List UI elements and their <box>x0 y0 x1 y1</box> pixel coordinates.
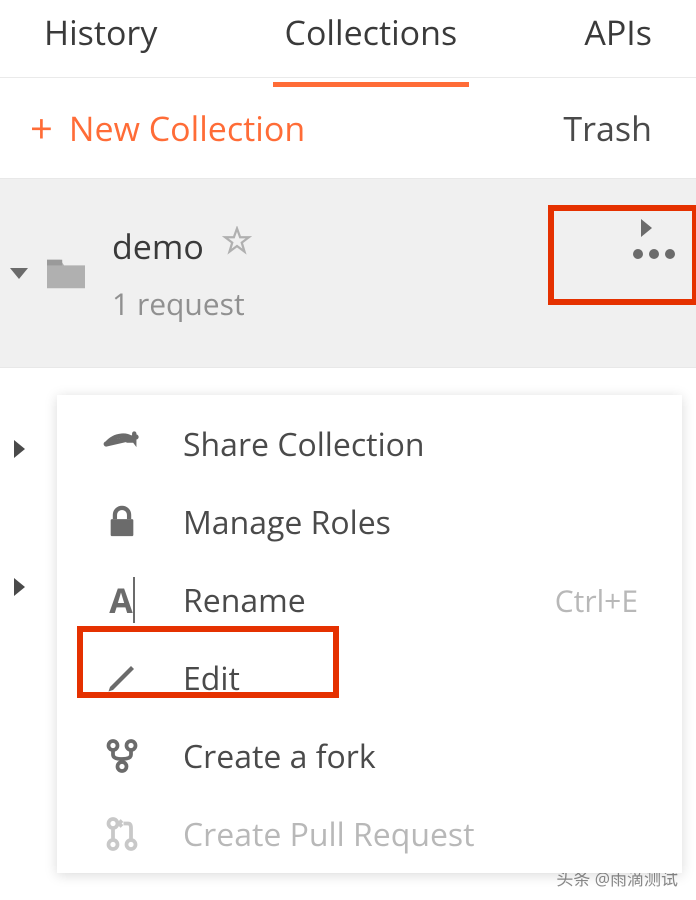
tab-apis[interactable]: APIs <box>572 9 664 69</box>
share-icon <box>97 423 147 465</box>
menu-label: Rename <box>183 579 555 622</box>
menu-label: Share Collection <box>183 423 638 466</box>
chevron-right-icon[interactable] <box>14 578 25 596</box>
tab-collections[interactable]: Collections <box>273 9 470 69</box>
menu-label: Create Pull Request <box>183 813 638 856</box>
menu-label: Manage Roles <box>183 501 638 544</box>
collection-info: demo 1 request <box>112 223 252 324</box>
lock-icon <box>97 505 147 539</box>
menu-item-edit[interactable]: Edit <box>57 639 682 717</box>
new-collection-button[interactable]: + New Collection <box>30 105 305 151</box>
pull-request-icon <box>97 816 147 852</box>
more-actions-button[interactable] <box>630 242 678 264</box>
menu-item-share[interactable]: Share Collection <box>57 405 682 483</box>
caret-down-icon[interactable] <box>10 268 28 279</box>
trash-link[interactable]: Trash <box>563 105 652 151</box>
context-menu: Share Collection Manage Roles A Rename C… <box>57 395 682 873</box>
menu-item-fork[interactable]: Create a fork <box>57 717 682 795</box>
menu-item-rename[interactable]: A Rename Ctrl+E <box>57 561 682 639</box>
fork-icon <box>97 738 147 774</box>
side-items <box>14 440 25 716</box>
star-icon[interactable] <box>222 226 252 265</box>
collections-toolbar: + New Collection Trash <box>0 78 696 178</box>
more-actions-highlight <box>548 205 696 305</box>
sidebar-tabs: History Collections APIs <box>0 0 696 78</box>
pencil-icon <box>97 660 147 696</box>
new-collection-label: New Collection <box>69 105 305 151</box>
tab-history[interactable]: History <box>32 9 169 69</box>
menu-shortcut: Ctrl+E <box>555 580 638 621</box>
menu-label: Edit <box>183 657 638 700</box>
chevron-right-icon[interactable] <box>14 440 25 458</box>
collection-meta: 1 request <box>112 283 252 324</box>
folder-icon <box>42 254 90 292</box>
plus-icon: + <box>30 108 53 148</box>
menu-item-pull-request[interactable]: Create Pull Request <box>57 795 682 873</box>
menu-item-manage-roles[interactable]: Manage Roles <box>57 483 682 561</box>
menu-label: Create a fork <box>183 735 638 778</box>
collection-name: demo <box>112 223 204 269</box>
rename-icon: A <box>97 577 147 623</box>
